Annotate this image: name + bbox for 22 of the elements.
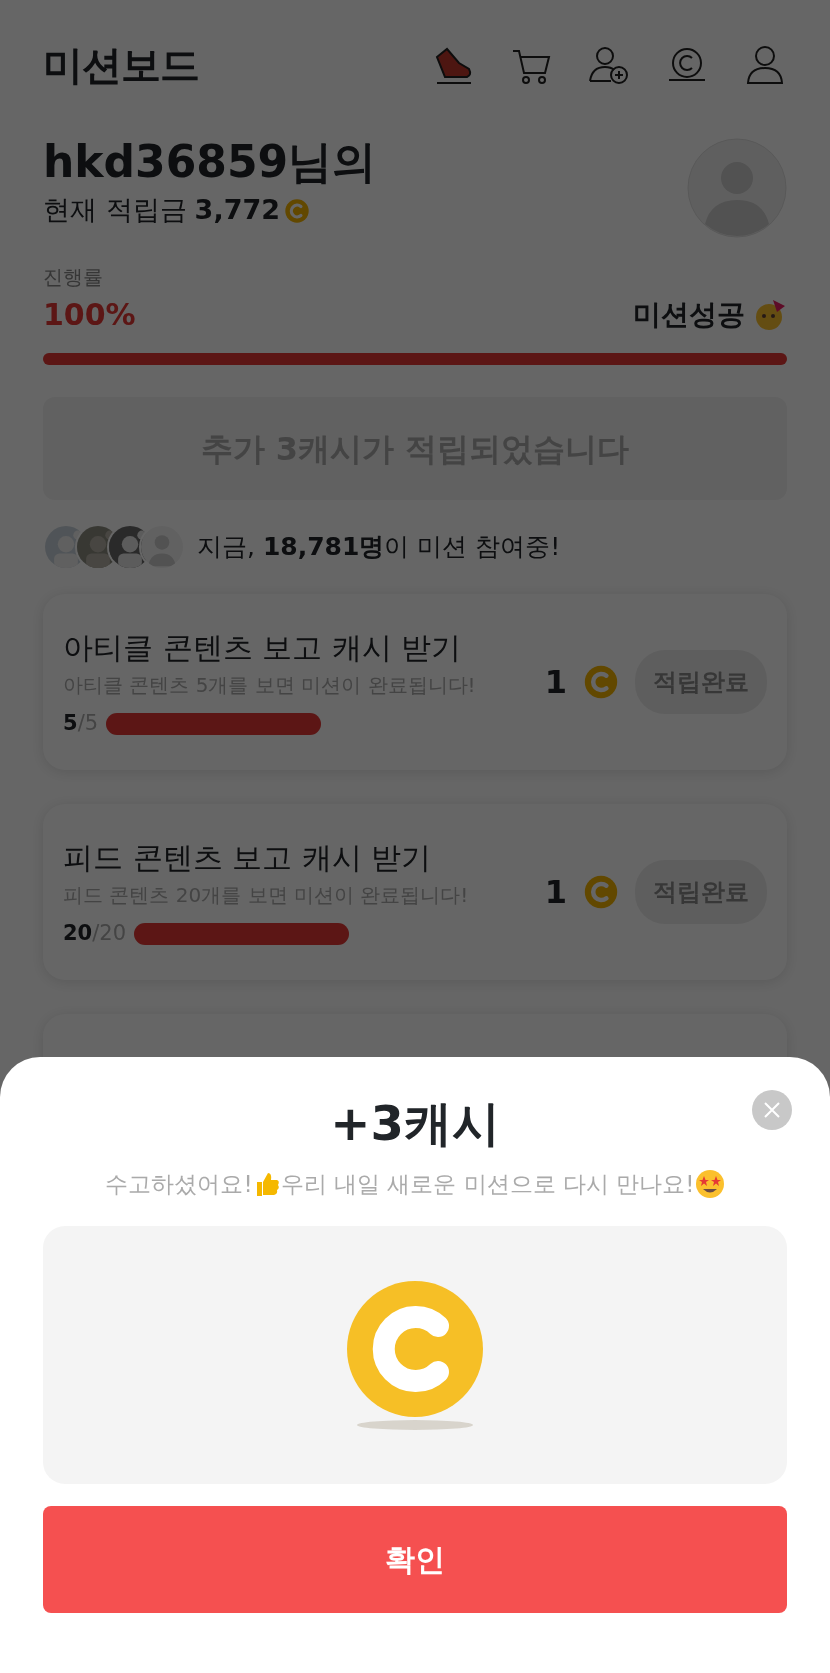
sheet-message: 수고하셨어요! xyxy=(105,1170,253,1199)
balance-label: 현재 적립금 xyxy=(43,193,187,228)
star-eyes-emoji-icon xyxy=(694,1169,725,1200)
reward-amount: 1 xyxy=(544,872,567,913)
app-logo[interactable]: 미션보드 xyxy=(43,35,199,95)
sheet-title: +3캐시 xyxy=(330,1094,500,1153)
mission-title: 피드 콘텐츠 보고 캐시 받기 xyxy=(63,838,433,877)
username-heading: hkd36859님의 xyxy=(43,138,377,187)
coin-icon xyxy=(583,664,619,700)
reward-amount: 1 xyxy=(544,662,567,703)
coin-icon xyxy=(345,1278,485,1419)
sheet-message: 우리 내일 새로운 미션으로 다시 만나요! xyxy=(280,1170,695,1199)
coin-icon xyxy=(284,197,310,224)
close-icon xyxy=(762,1100,782,1120)
confirm-button[interactable]: 확인 xyxy=(43,1505,787,1613)
mission-status: 미션성공 xyxy=(633,296,745,333)
mission-title: 아티클 콘텐츠 보고 캐시 받기 xyxy=(63,628,463,667)
progress-percent: 100% xyxy=(43,296,136,334)
coin-icon xyxy=(583,874,619,910)
balance-value: 3,772 xyxy=(194,193,280,228)
party-face-icon xyxy=(753,297,787,332)
participant-count-text: 지금, 18,781명이 미션 참여중! xyxy=(197,531,561,564)
